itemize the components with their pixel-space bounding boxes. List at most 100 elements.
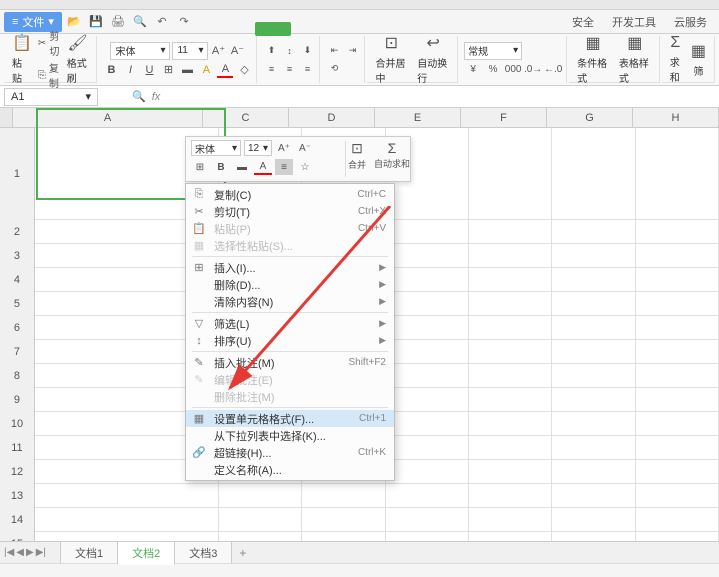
cell[interactable] [552,412,635,436]
menu-item[interactable]: 清除内容(N)▶ [186,293,394,310]
italic-button[interactable]: I [122,62,138,78]
cell[interactable] [469,292,552,316]
row-header[interactable]: 10 [0,412,35,436]
tab-security[interactable]: 安全 [564,12,602,32]
cell[interactable] [469,268,552,292]
menu-item[interactable]: ✂剪切(T)Ctrl+X [186,203,394,220]
currency-icon[interactable]: ¥ [464,62,482,78]
menu-item[interactable]: 定义名称(A)... [186,461,394,478]
sheet-nav-button[interactable]: |◀ [4,547,14,558]
cond-format-button[interactable]: ▦条件格式 [573,31,613,87]
comma-icon[interactable]: 000 [504,62,522,78]
mini-fill-icon[interactable]: ▬ [233,159,251,175]
cell[interactable] [636,340,719,364]
cell[interactable] [469,436,552,460]
decimal-dec-icon[interactable]: ←.0 [544,62,562,78]
mini-autosum-button[interactable]: Σ自动求和 [374,140,410,171]
redo-icon[interactable]: ↷ [174,12,194,32]
cell[interactable] [636,460,719,484]
cell[interactable] [386,412,469,436]
align-top-icon[interactable]: ⬆ [263,43,279,59]
cell[interactable] [636,484,719,508]
more-color-button[interactable]: ◇ [236,62,252,78]
cell[interactable] [636,316,719,340]
cell[interactable] [636,268,719,292]
search-icon[interactable]: 🔍 [132,90,146,103]
cell[interactable] [552,220,635,244]
cell[interactable] [386,316,469,340]
indent-right-icon[interactable]: ⇥ [344,43,360,59]
indent-left-icon[interactable]: ⇤ [326,43,342,59]
column-header[interactable]: E [375,108,461,127]
cell[interactable] [636,292,719,316]
cell[interactable] [469,128,552,220]
cell[interactable] [552,436,635,460]
column-header[interactable]: F [461,108,547,127]
sheet-tab[interactable]: 文档2 [117,541,175,565]
cell[interactable] [552,128,635,220]
auto-wrap-button[interactable]: ↩自动换行 [413,31,453,87]
align-center-icon[interactable]: ≡ [281,61,297,77]
mini-border-icon[interactable]: ⊞ [191,159,209,175]
row-header[interactable]: 3 [0,244,35,268]
column-header[interactable]: G [547,108,633,127]
cell[interactable] [552,268,635,292]
cell[interactable] [636,508,719,532]
row-header[interactable]: 12 [0,460,35,484]
row-header[interactable]: 7 [0,340,35,364]
row-header[interactable]: 11 [0,436,35,460]
paste-button[interactable]: 📋粘贴 [8,31,36,87]
cell[interactable] [636,412,719,436]
cell[interactable] [469,316,552,340]
cell[interactable] [469,508,552,532]
align-middle-icon[interactable]: ↕ [281,43,297,59]
mini-font-select[interactable]: 宋体▾ [191,140,241,156]
cell[interactable] [552,388,635,412]
preview-icon[interactable]: 🔍 [130,12,150,32]
align-bottom-icon[interactable]: ⬇ [299,43,315,59]
cell[interactable] [469,220,552,244]
cell[interactable] [469,412,552,436]
cell[interactable] [386,244,469,268]
row-header[interactable]: 9 [0,388,35,412]
cell[interactable] [636,220,719,244]
decimal-inc-icon[interactable]: .0→ [524,62,542,78]
sheet-nav-button[interactable]: ▶| [36,547,46,558]
cell[interactable] [552,508,635,532]
font-size-select[interactable]: 11▾ [172,42,208,60]
menu-item[interactable]: ✎插入批注(M)Shift+F2 [186,354,394,371]
cell[interactable] [636,364,719,388]
fill-color-button[interactable]: ▬ [179,62,195,78]
mini-align-icon[interactable]: ≡ [275,159,293,175]
open-icon[interactable]: 📂 [64,12,84,32]
bold-button[interactable]: B [103,62,119,78]
cell[interactable] [386,340,469,364]
menu-item[interactable]: 从下拉列表中选择(K)... [186,427,394,444]
highlight-button[interactable]: A [198,62,214,78]
row-header[interactable]: 5 [0,292,35,316]
orientation-icon[interactable]: ⟲ [326,61,342,77]
cell[interactable] [386,460,469,484]
row-header[interactable]: 1 [0,128,35,220]
mini-highlight-icon[interactable]: ☆ [296,159,314,175]
increase-font-icon[interactable]: A⁺ [210,43,226,59]
cell[interactable] [469,244,552,268]
align-right-icon[interactable]: ≡ [299,61,315,77]
sheet-nav-button[interactable]: ▶ [26,547,34,558]
sheet-tab[interactable]: 文档1 [60,541,118,565]
cell[interactable] [636,244,719,268]
sum-button[interactable]: Σ求和 [666,32,685,86]
cell[interactable] [552,460,635,484]
row-header[interactable]: 14 [0,508,35,532]
sheet-tab[interactable]: 文档3 [174,541,232,565]
row-header[interactable]: 2 [0,220,35,244]
undo-icon[interactable]: ↶ [152,12,172,32]
underline-button[interactable]: U [141,62,157,78]
cell[interactable] [386,220,469,244]
column-header[interactable]: H [633,108,719,127]
mini-merge-button[interactable]: ⊡合并 [348,140,366,171]
cell[interactable] [35,484,219,508]
mini-font-color-icon[interactable]: A [254,159,272,175]
row-header[interactable]: 4 [0,268,35,292]
fx-label[interactable]: fx [152,91,161,103]
